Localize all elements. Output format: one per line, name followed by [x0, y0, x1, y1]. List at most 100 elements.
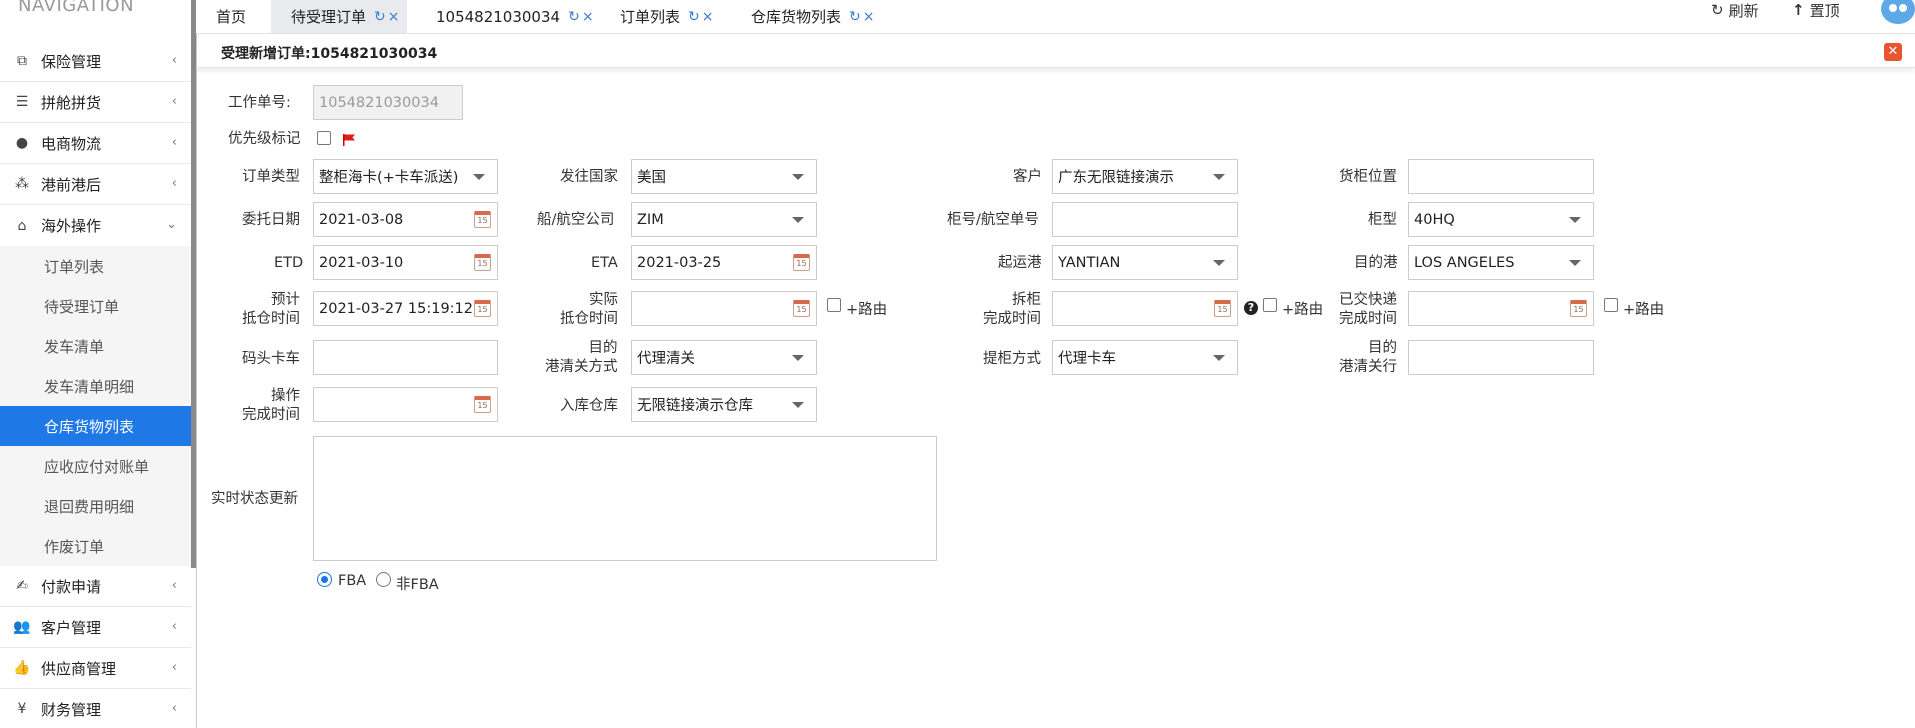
sidebar-subitem-order-list[interactable]: 订单列表 — [0, 246, 191, 286]
refresh-icon[interactable]: ↻ — [568, 9, 580, 25]
unpack-time-label-line2: 完成时间 — [983, 311, 1041, 327]
sidebar-subitem-refund-detail[interactable]: 退回费用明细 — [0, 486, 191, 526]
help-icon[interactable]: ? — [1244, 301, 1258, 315]
avatar[interactable] — [1881, 0, 1915, 24]
pickup-method-select[interactable]: 代理卡车 — [1052, 340, 1238, 375]
container-location-input[interactable] — [1408, 159, 1594, 194]
globe-icon: ● — [15, 135, 29, 151]
chevron-left-icon: ‹ — [171, 53, 177, 68]
dock-truck-label: 码头卡车 — [242, 351, 300, 367]
warehouse-select[interactable]: 无限链接演示仓库 — [631, 387, 817, 422]
entrust-date-value: 2021-03-08 — [319, 211, 404, 228]
sidebar-item-finance[interactable]: ¥ 财务管理 ‹ — [0, 689, 191, 728]
calendar-icon[interactable]: 15 — [1214, 300, 1231, 317]
calendar-icon[interactable]: 15 — [474, 254, 491, 271]
tab-pending-orders[interactable]: 待受理订单 ↻ × — [271, 0, 408, 33]
dropdown-caret-icon — [473, 174, 485, 180]
arrow-up-icon: ↑ — [1792, 1, 1805, 19]
route-checkbox-3[interactable] — [1604, 298, 1618, 312]
close-icon[interactable]: × — [582, 9, 594, 25]
sidebar-subitem-void-orders[interactable]: 作废订单 — [0, 526, 191, 566]
sidebar-item-customers[interactable]: 👥 客户管理 ‹ — [0, 607, 191, 648]
tab-home[interactable]: 首页 — [216, 0, 246, 33]
sidebar-subitem-warehouse-goods[interactable]: 仓库货物列表 — [0, 406, 191, 446]
close-icon[interactable]: × — [702, 9, 714, 25]
sidebar-item-ecommerce[interactable]: ● 电商物流 ‹ — [0, 123, 191, 164]
tab-order-detail[interactable]: 1054821030034 ↻ × — [436, 0, 594, 33]
non-fba-radio[interactable] — [376, 572, 391, 587]
etd-input[interactable]: 2021-03-10 15 — [313, 245, 498, 280]
fba-radio[interactable] — [317, 572, 332, 587]
sidebar-item-overseas[interactable]: ⌂ 海外操作 ⌄ — [0, 205, 191, 246]
sidebar-menu: ⧉ 保险管理 ‹ ☰ 拼舱拼货 ‹ ● 电商物流 ‹ ⁂ 港前港后 ‹ ⌂ 海外… — [0, 41, 191, 728]
sidebar-item-consolidation[interactable]: ☰ 拼舱拼货 ‹ — [0, 82, 191, 123]
express-time-input[interactable]: 15 — [1408, 291, 1594, 326]
est-arrival-input[interactable]: 2021-03-27 15:19:12 15 — [313, 291, 498, 326]
tab-label: 订单列表 — [620, 8, 681, 26]
sidebar-subitem-dispatch-list[interactable]: 发车清单 — [0, 326, 191, 366]
panel-header: 受理新增订单:1054821030034 ✕ — [196, 34, 1915, 68]
container-no-input[interactable] — [1052, 202, 1238, 237]
eta-input[interactable]: 2021-03-25 15 — [631, 245, 817, 280]
sidebar-item-port[interactable]: ⁂ 港前港后 ‹ — [0, 164, 191, 205]
unpack-time-input[interactable]: 15 — [1052, 291, 1238, 326]
route-checkbox-1[interactable] — [827, 298, 841, 312]
unpack-time-label-line1: 拆柜 — [1012, 292, 1041, 308]
op-done-input[interactable]: 15 — [313, 387, 498, 422]
customs-broker-input[interactable] — [1408, 340, 1594, 375]
chevron-left-icon: ‹ — [171, 176, 177, 191]
calendar-icon[interactable]: 15 — [1570, 300, 1587, 317]
customs-method-select[interactable]: 代理清关 — [631, 340, 817, 375]
refresh-label: 刷新 — [1728, 1, 1759, 20]
container-type-label: 柜型 — [1368, 212, 1397, 228]
tab-warehouse-goods[interactable]: 仓库货物列表 ↻ × — [751, 0, 874, 33]
op-done-label: 操作 完成时间 — [242, 387, 300, 425]
refresh-icon[interactable]: ↻ — [688, 9, 700, 25]
fba-label: FBA — [338, 573, 367, 589]
route-checkbox-2[interactable] — [1263, 298, 1277, 312]
sidebar-item-suppliers[interactable]: 👍 供应商管理 ‹ — [0, 648, 191, 689]
close-icon[interactable]: × — [863, 9, 875, 25]
entrust-date-input[interactable]: 2021-03-08 15 — [313, 202, 498, 237]
calendar-icon[interactable]: 15 — [474, 300, 491, 317]
carrier-select[interactable]: ZIM — [631, 202, 817, 237]
order-type-select[interactable]: 整柜海卡(+卡车派送) — [313, 159, 498, 194]
sidebar-subitem-dispatch-detail[interactable]: 发车清单明细 — [0, 366, 191, 406]
calendar-icon[interactable]: 15 — [793, 300, 810, 317]
close-panel-button[interactable]: ✕ — [1884, 43, 1902, 61]
dest-port-label: 目的港 — [1354, 255, 1398, 271]
priority-checkbox[interactable] — [317, 131, 331, 145]
tab-order-list[interactable]: 订单列表 ↻ × — [620, 0, 713, 33]
dock-truck-input[interactable] — [313, 340, 498, 375]
sidebar-subitem-pending-orders[interactable]: 待受理订单 — [0, 286, 191, 326]
dest-port-select[interactable]: LOS ANGELES — [1408, 245, 1594, 280]
sidebar-item-insurance[interactable]: ⧉ 保险管理 ‹ — [0, 41, 191, 82]
status-update-textarea[interactable] — [313, 436, 937, 561]
customer-select[interactable]: 广东无限链接演示 — [1052, 159, 1238, 194]
dest-port-value: LOS ANGELES — [1414, 254, 1515, 271]
bank-icon: ⌂ — [17, 217, 27, 234]
scroll-top-button[interactable]: ↑ 置顶 — [1792, 0, 1840, 20]
op-done-label-line2: 完成时间 — [242, 407, 300, 423]
sidebar-item-label: 拼舱拼货 — [41, 93, 102, 112]
express-time-label-line1: 已交快递 — [1339, 292, 1397, 308]
top-label: 置顶 — [1809, 1, 1840, 20]
refresh-icon[interactable]: ↻ — [374, 9, 386, 25]
refresh-button[interactable]: ↻ 刷新 — [1711, 0, 1759, 20]
close-icon[interactable]: × — [388, 9, 400, 25]
calendar-icon[interactable]: 15 — [474, 211, 491, 228]
dest-country-value: 美国 — [637, 170, 666, 186]
navigation-title: NAVIGATION — [18, 0, 135, 16]
eta-value: 2021-03-25 — [637, 254, 722, 271]
sidebar-item-payment[interactable]: ✍ 付款申请 ‹ — [0, 566, 191, 607]
calendar-icon[interactable]: 15 — [474, 396, 491, 413]
sidebar-subitem-reconciliation[interactable]: 应收应付对账单 — [0, 446, 191, 486]
actual-arrival-input[interactable]: 15 — [631, 291, 817, 326]
calendar-icon[interactable]: 15 — [793, 254, 810, 271]
dest-country-select[interactable]: 美国 — [631, 159, 817, 194]
chevron-left-icon: ‹ — [171, 578, 177, 593]
container-type-select[interactable]: 40HQ — [1408, 202, 1594, 237]
refresh-icon[interactable]: ↻ — [849, 9, 861, 25]
origin-port-select[interactable]: YANTIAN — [1052, 245, 1238, 280]
order-panel: 受理新增订单:1054821030034 ✕ 工作单号: 10548210300… — [196, 34, 1915, 728]
